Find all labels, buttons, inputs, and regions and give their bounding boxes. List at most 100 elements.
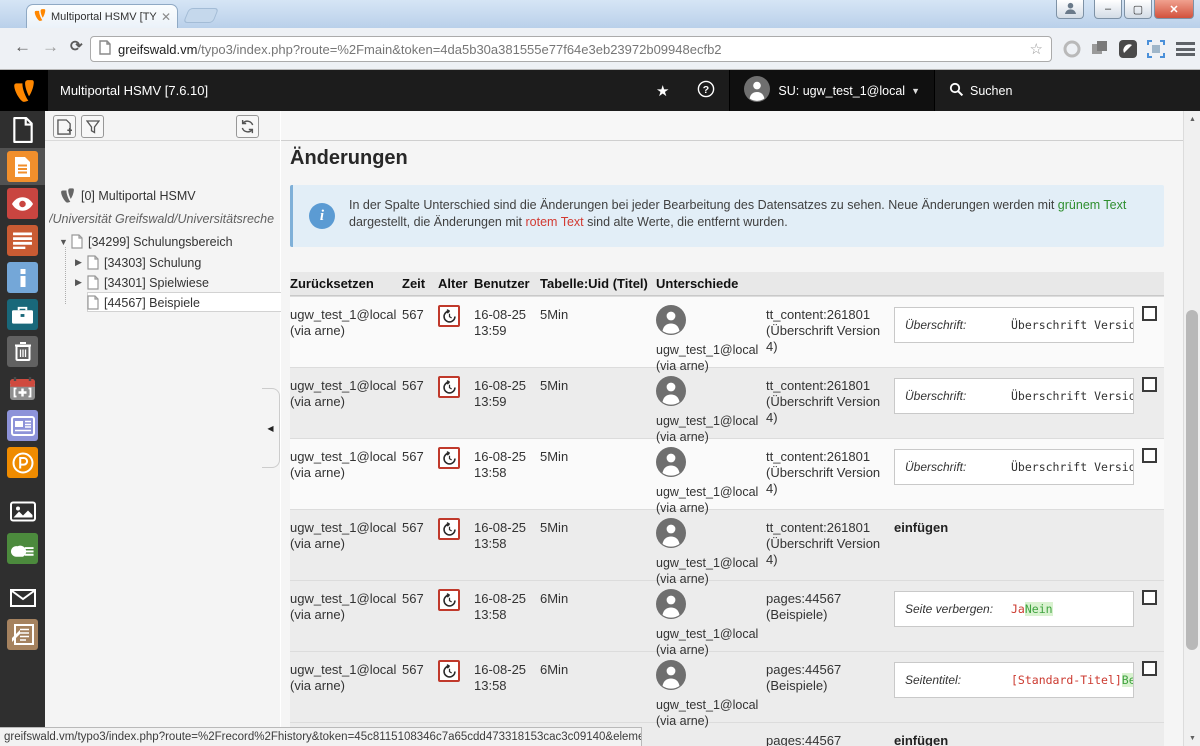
diff-select-checkbox[interactable]: [1142, 590, 1157, 605]
module-filelist[interactable]: [0, 493, 45, 530]
rollback-history-button[interactable]: [438, 305, 460, 327]
tree-node-34299[interactable]: ▼[34299] Schulungsbereich: [59, 234, 233, 249]
forward-button[interactable]: →: [42, 37, 59, 57]
module-powermail[interactable]: [0, 444, 45, 481]
page-icon: [71, 234, 83, 249]
close-button[interactable]: ✕: [1154, 0, 1194, 19]
age-cell: 5Min: [540, 368, 656, 445]
list-icon: [7, 225, 38, 256]
maximize-button[interactable]: ▢: [1124, 0, 1152, 19]
rollback-history-button[interactable]: [438, 518, 460, 540]
select-cell: [1142, 652, 1164, 729]
user-label: SU: ugw_test_1@local: [778, 84, 905, 98]
alter-cell: [438, 439, 474, 516]
page-icon: [87, 295, 99, 310]
age-cell: 5Min: [540, 297, 656, 374]
module-web-functions[interactable]: [0, 296, 45, 333]
address-bar[interactable]: greifswald.vm/typo3/index.php?route=%2Fm…: [90, 36, 1052, 62]
column-header: Zeit: [402, 276, 438, 291]
new-tab-button[interactable]: [183, 8, 219, 23]
search-toolbar-button[interactable]: Suchen: [935, 70, 1200, 111]
new-page-button[interactable]: [53, 115, 76, 138]
page-tree-panel: [0] Multiportal HSMV/Universität Greifsw…: [45, 111, 281, 746]
module-dmail[interactable]: [0, 530, 45, 567]
extension-icon-4[interactable]: [1147, 40, 1165, 58]
typo3-favicon-icon: [33, 8, 47, 25]
history-icon: [442, 593, 457, 608]
diff-field-label: Überschrift:: [905, 318, 1011, 332]
help-icon: ?: [697, 80, 715, 101]
rollback-history-button[interactable]: [438, 376, 460, 398]
zeit-cell: 567: [402, 652, 438, 729]
person-icon: [1064, 2, 1077, 17]
tree-node-44567[interactable]: [44567] Beispiele: [75, 295, 200, 310]
record-cell: tt_content:261801 (Überschrift Version 4…: [766, 297, 894, 374]
scroll-up-icon[interactable]: ▲: [1184, 111, 1200, 127]
module-web-list[interactable]: [0, 222, 45, 259]
browser-tab[interactable]: Multiportal HSMV [TYPO3 ✕: [26, 4, 178, 28]
tree-node-34301[interactable]: ▶[34301] Spielwiese: [75, 275, 209, 290]
module-web-view[interactable]: [0, 185, 45, 222]
extension-icon-1[interactable]: [1063, 40, 1081, 58]
info-icon: i: [309, 203, 335, 229]
profile-button[interactable]: [1056, 0, 1084, 19]
rollback-history-button[interactable]: [438, 447, 460, 469]
rollback-history-button[interactable]: [438, 589, 460, 611]
menu-hamburger-icon[interactable]: [1176, 42, 1195, 56]
tab-close-icon[interactable]: ✕: [161, 11, 171, 23]
history-row: ugw_test_1@local(via arne)56716-08-2513:…: [290, 509, 1164, 580]
diff-ins: Beispiele: [1122, 673, 1134, 687]
caret-right-icon[interactable]: ▶: [75, 277, 87, 288]
vertical-scrollbar[interactable]: ▲ ▼: [1183, 111, 1200, 746]
module-mail[interactable]: [0, 579, 45, 616]
alter-cell: [438, 297, 474, 374]
typo3-logo[interactable]: [0, 70, 48, 111]
tree-root[interactable]: [0] Multiportal HSMV: [59, 187, 196, 204]
module-web-page[interactable]: [0, 148, 45, 185]
minimize-button[interactable]: –: [1094, 0, 1122, 19]
extension-icon-3[interactable]: [1119, 40, 1137, 58]
module-calendar[interactable]: [0, 370, 45, 407]
eye-icon: [7, 188, 38, 219]
filter-button[interactable]: [81, 115, 104, 138]
diff-select-checkbox[interactable]: [1142, 306, 1157, 321]
refresh-tree-button[interactable]: [236, 115, 259, 138]
select-cell: [1142, 581, 1164, 658]
tree-node-34303[interactable]: ▶[34303] Schulung: [75, 255, 201, 270]
user-avatar-icon: [656, 305, 686, 335]
bookmark-star-icon[interactable]: ☆: [1030, 40, 1043, 58]
star-icon: ★: [656, 82, 669, 100]
date-cell: 16-08-2513:59: [474, 368, 540, 445]
date-cell: 16-08-2513:59: [474, 297, 540, 374]
help-toolbar-button[interactable]: ?: [683, 70, 729, 111]
tree-collapse-handle[interactable]: ◀: [262, 388, 280, 468]
module-news-admin[interactable]: [0, 407, 45, 444]
info-text-segment: dargestellt, die Änderungen mit: [349, 215, 526, 229]
diff-select-checkbox[interactable]: [1142, 377, 1157, 392]
diff-box: Überschrift:Überschrift Version 34: [894, 307, 1134, 343]
caret-down-icon[interactable]: ▼: [59, 237, 71, 247]
scrollbar-thumb[interactable]: [1186, 310, 1198, 650]
diff-select-checkbox[interactable]: [1142, 661, 1157, 676]
module-recycler[interactable]: [0, 333, 45, 370]
bookmark-toolbar-button[interactable]: ★: [642, 70, 683, 111]
info-icon: [7, 262, 38, 293]
age-cell: 6Min: [540, 652, 656, 729]
date-cell: 16-08-2513:58: [474, 652, 540, 729]
module-page-outline[interactable]: [0, 111, 45, 148]
module-formhandler[interactable]: [0, 616, 45, 653]
history-row: ugw_test_1@local(via arne)56716-08-2513:…: [290, 367, 1164, 438]
scroll-down-icon[interactable]: ▼: [1184, 730, 1200, 746]
reload-button[interactable]: ⟳: [70, 37, 83, 55]
diff-select-checkbox[interactable]: [1142, 448, 1157, 463]
record-cell: pages:44567 (Beispiele): [766, 581, 894, 658]
rollback-history-button[interactable]: [438, 660, 460, 682]
age-cell: 5Min: [540, 439, 656, 516]
action-label: einfügen: [894, 520, 1142, 535]
back-button[interactable]: ←: [14, 37, 31, 57]
column-header: Zurücksetzen: [290, 276, 402, 291]
extension-icon-2[interactable]: [1091, 40, 1109, 58]
user-menu[interactable]: SU: ugw_test_1@local ▼: [729, 70, 935, 111]
module-web-info[interactable]: [0, 259, 45, 296]
caret-right-icon[interactable]: ▶: [75, 257, 87, 268]
